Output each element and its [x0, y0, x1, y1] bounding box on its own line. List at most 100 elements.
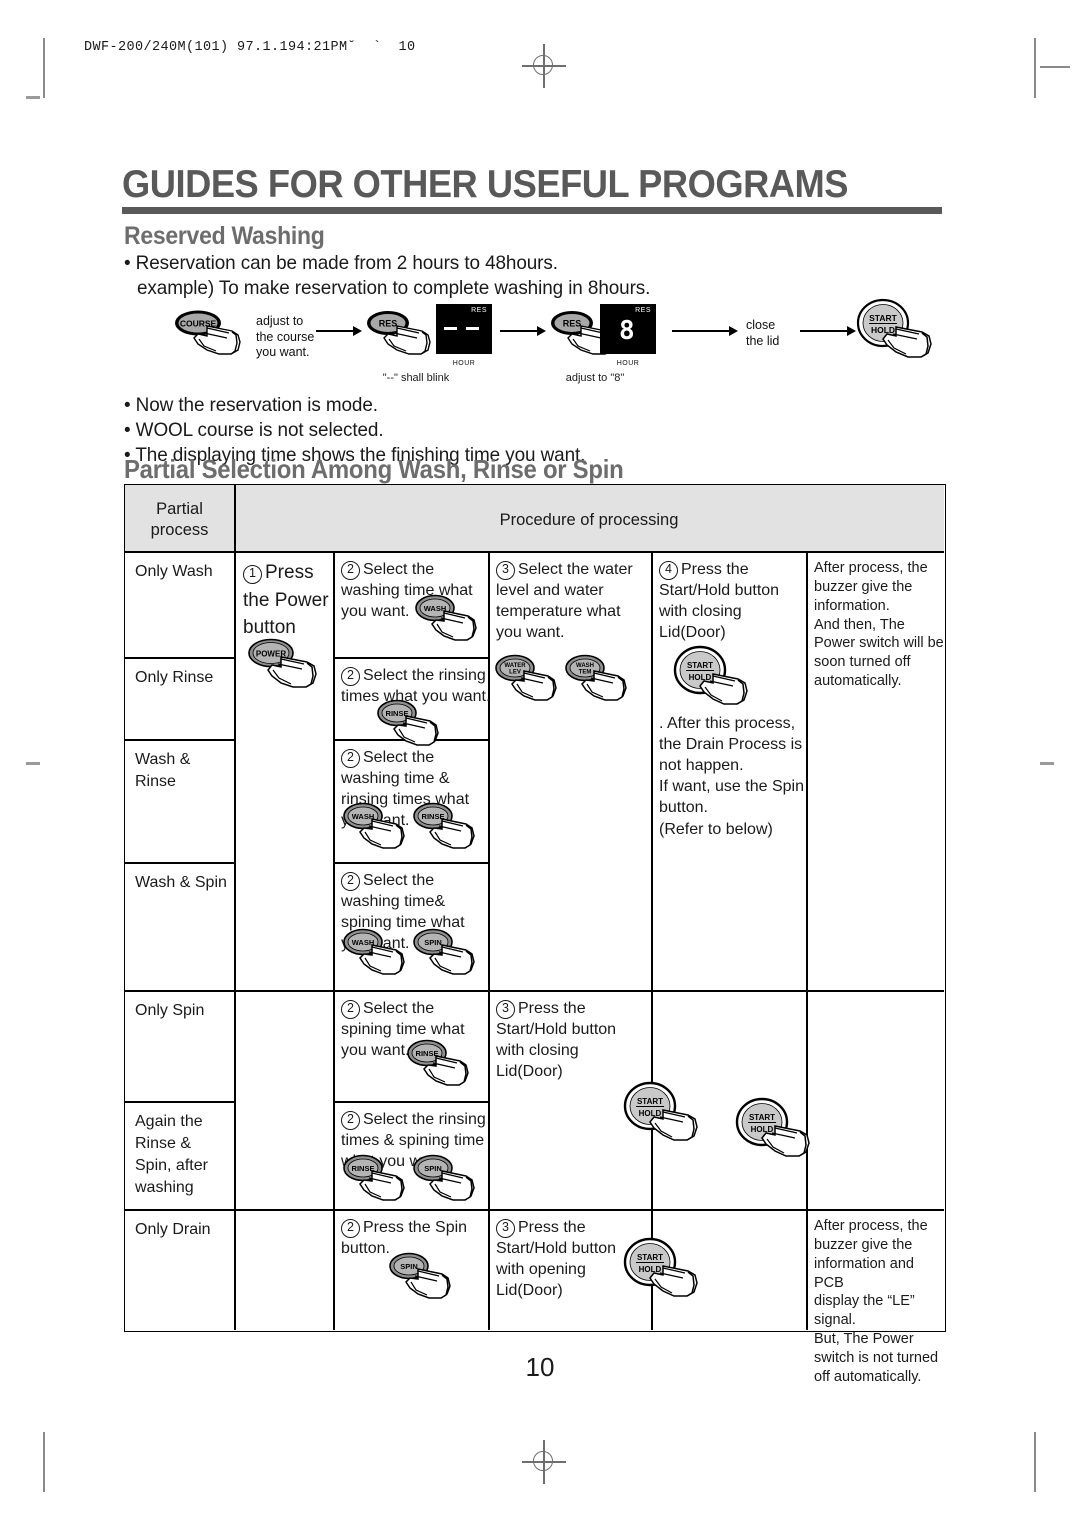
svg-text:RES: RES [563, 319, 582, 329]
row-label-wash-rinse-2: Rinse [135, 773, 176, 790]
svg-text:START: START [749, 1113, 775, 1122]
row-label-wash-rinse-1: Wash & [135, 751, 191, 768]
step-number-2-r4: 2 [341, 872, 360, 891]
row-label-wash-spin: Wash & Spin [135, 874, 227, 891]
row-label-again-1: Again the [135, 1113, 203, 1130]
table-col-rule-4 [651, 551, 653, 1330]
bullet-wool-course: • WOOL course is not selected. [124, 419, 384, 441]
flow-caption-dash-blink: "--" shall blink [382, 372, 450, 384]
wash-button-icon-r1: WASH [415, 593, 485, 651]
flow-caption-adjust-to-8: adjust to "8" [565, 372, 625, 384]
svg-text:RINSE: RINSE [386, 709, 409, 718]
bullet-reservation-mode: • Now the reservation is mode. [124, 394, 378, 416]
table-row-rule-4 [125, 990, 944, 992]
step-number-2-r7: 2 [341, 1219, 360, 1238]
step-number-3-r1: 3 [496, 561, 515, 580]
svg-text:WATER: WATER [504, 663, 526, 669]
table-col-rule-5 [806, 551, 808, 1330]
svg-text:RES: RES [379, 319, 398, 329]
step-number-2-r5: 2 [341, 1000, 360, 1019]
crop-mark-left-bottom [43, 1432, 45, 1492]
row-label-again-3: Spin, after [135, 1157, 208, 1174]
led-display-dashes: RES HOUR [436, 304, 492, 367]
title-underline [122, 207, 942, 214]
crop-tick-left-mid [26, 762, 40, 765]
led-display-8: RES 8 HOUR [600, 304, 656, 367]
table-row-rule-1 [125, 657, 234, 659]
step-number-4-r1: 4 [659, 561, 678, 580]
svg-text:WASH: WASH [352, 938, 375, 947]
rinse-button-icon-r5: RINSE [407, 1038, 477, 1096]
table-row-rule-5 [125, 1101, 234, 1103]
start-hold-button-icon-r5: START HOLD [623, 1081, 711, 1153]
row-label-only-wash: Only Wash [135, 563, 213, 580]
svg-text:START: START [687, 661, 713, 670]
crop-rule-right-top [1040, 66, 1070, 68]
flow-caption-close-lid: close the lid [746, 318, 780, 348]
water-level-button-icon: WATER LEV [495, 653, 565, 711]
start-hold-button-icon-r1: START HOLD [673, 645, 761, 717]
page-number: 10 [525, 1352, 555, 1382]
flow-caption-adjust-course: adjust to the course you want. [256, 314, 315, 360]
page-title: GUIDES FOR OTHER USEFUL PROGRAMS [122, 163, 849, 206]
flow-arrow-3 [672, 326, 738, 336]
svg-text:RINSE: RINSE [416, 1049, 439, 1058]
start-hold-button-icon-r7: START HOLD [623, 1237, 711, 1309]
flow-arrow-2 [500, 326, 546, 336]
crop-mark-right-bottom [1034, 1432, 1036, 1492]
svg-text:WASH: WASH [352, 812, 375, 821]
row-label-again-2: Rinse & [135, 1135, 192, 1152]
svg-text:SPIN: SPIN [424, 938, 442, 947]
table-row-rule-1b [333, 657, 488, 659]
row-label-only-drain: Only Drain [135, 1221, 211, 1238]
svg-text:WASH: WASH [576, 663, 594, 669]
result-note-row1: After process, the buzzer give the infor… [814, 560, 944, 690]
row-label-only-spin: Only Spin [135, 1002, 205, 1019]
step-number-3-r5: 3 [496, 1000, 515, 1019]
drain-process-note: . After this process, the Drain Process … [659, 715, 804, 838]
power-button-icon: POWER [247, 637, 327, 699]
table-row-rule-2 [125, 739, 234, 741]
svg-text:START: START [637, 1097, 663, 1106]
table-row-rule-3b [333, 862, 488, 864]
svg-text:WASH: WASH [424, 604, 447, 613]
crop-tick-right-mid [1040, 762, 1054, 765]
row-label-again-4: washing [135, 1179, 194, 1196]
svg-text:RINSE: RINSE [352, 1164, 375, 1173]
svg-text:TEM: TEM [579, 670, 592, 676]
step-number-2-r3: 2 [341, 749, 360, 768]
spin-button-icon-r6: SPIN [413, 1153, 483, 1211]
table-col-rule-2 [333, 551, 335, 1330]
svg-text:SPIN: SPIN [424, 1164, 442, 1173]
svg-text:START: START [869, 313, 898, 323]
svg-text:HOLD: HOLD [639, 1109, 662, 1118]
spin-button-icon-r4: SPIN [413, 927, 483, 985]
table-row-rule-header [125, 551, 944, 553]
course-button-icon: COURSE [174, 308, 250, 364]
registration-mark-bottom [522, 1440, 566, 1484]
spin-button-icon-r7: SPIN [389, 1251, 459, 1309]
rinse-button-icon-r3: RINSE [413, 801, 483, 859]
reserved-washing-flow-diagram: COURSE adjust to the course you want. RE… [160, 296, 932, 391]
led-hour-label-2: HOUR [616, 360, 640, 367]
svg-text:HOLD: HOLD [689, 673, 712, 682]
svg-text:RINSE: RINSE [422, 812, 445, 821]
flow-arrow-4 [800, 326, 856, 336]
wash-button-icon-r4: WASH [343, 927, 413, 985]
wash-button-icon-r3: WASH [343, 801, 413, 859]
table-row-rule-3 [125, 862, 234, 864]
row-label-only-rinse: Only Rinse [135, 669, 214, 686]
step4-start-hold-text: 4 Press the Start/Hold button with closin… [659, 561, 780, 642]
svg-text:HOLD: HOLD [639, 1265, 662, 1274]
wash-temp-button-icon: WASH TEM [565, 653, 635, 711]
bullet-reservation-range: • Reservation can be made from 2 hours t… [124, 252, 558, 274]
crop-mark-right-top [1034, 38, 1036, 98]
start-hold-button-icon-r6: START HOLD [735, 1097, 823, 1169]
led-hour-label-1: HOUR [452, 360, 476, 367]
svg-text:HOLD: HOLD [751, 1125, 774, 1134]
svg-text:START: START [637, 1253, 663, 1262]
step-number-2-r6: 2 [341, 1111, 360, 1130]
partial-selection-table: Partial process Procedure of processing … [124, 484, 946, 1385]
section-heading-reserved-washing: Reserved Washing [124, 222, 325, 250]
svg-text:LEV: LEV [509, 670, 521, 676]
